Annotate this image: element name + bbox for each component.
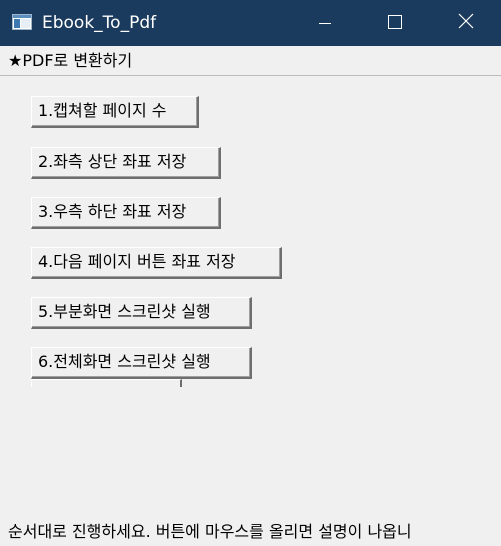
app-window-icon xyxy=(12,14,32,30)
save-top-left-coord-button[interactable]: 2.좌측 상단 좌표 저장 xyxy=(31,147,221,179)
maximize-icon xyxy=(388,14,402,33)
minimize-icon xyxy=(319,14,331,33)
capture-page-count-button[interactable]: 1.캡쳐할 페이지 수 xyxy=(31,96,199,128)
title-bar[interactable]: Ebook_To_Pdf xyxy=(0,0,501,46)
menu-item-convert-pdf[interactable]: ★PDF로 변환하기 xyxy=(8,51,132,71)
minimize-button[interactable] xyxy=(302,0,348,46)
close-icon xyxy=(458,13,474,33)
maximize-button[interactable] xyxy=(372,0,418,46)
save-bottom-right-coord-button[interactable]: 3.우측 하단 좌표 저장 xyxy=(31,197,221,229)
save-next-page-button-coord-button[interactable]: 4.다음 페이지 버튼 좌표 저장 xyxy=(31,247,282,279)
partially-hidden-button[interactable] xyxy=(31,379,182,387)
status-message: 순서대로 진행하세요. 버튼에 마우스를 올리면 설명이 나옵니 xyxy=(8,522,412,541)
menu-bar: ★PDF로 변환하기 xyxy=(0,46,501,76)
app-window: Ebook_To_Pdf ★PDF로 변환하기 1.캡쳐할 페이지 수 2.좌측… xyxy=(0,0,501,546)
window-title: Ebook_To_Pdf xyxy=(42,13,157,33)
partial-screenshot-button[interactable]: 5.부분화면 스크린샷 실행 xyxy=(31,297,252,329)
close-button[interactable] xyxy=(443,0,489,46)
full-screenshot-button[interactable]: 6.전체화면 스크린샷 실행 xyxy=(31,347,252,379)
